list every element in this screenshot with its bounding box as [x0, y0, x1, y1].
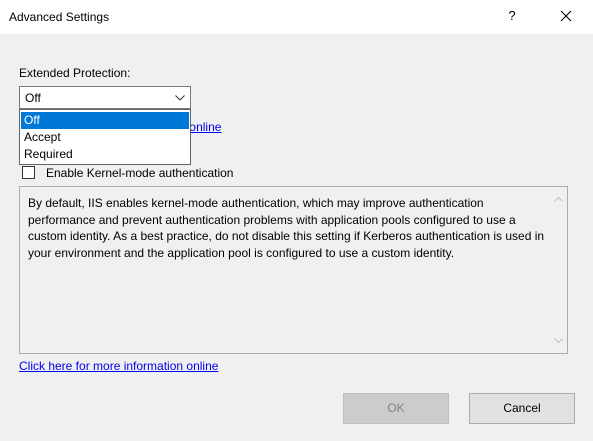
close-icon: [560, 10, 572, 22]
description-textbox[interactable]: By default, IIS enables kernel-mode auth…: [19, 186, 568, 354]
extended-protection-dropdown-list: Off Accept Required: [19, 109, 191, 165]
extended-protection-label: Extended Protection:: [19, 66, 131, 80]
help-button[interactable]: ?: [500, 2, 524, 30]
dialog-title: Advanced Settings: [9, 10, 110, 24]
option-off[interactable]: Off: [21, 112, 189, 129]
option-accept[interactable]: Accept: [21, 129, 189, 146]
ok-button[interactable]: OK: [343, 393, 449, 424]
description-text: By default, IIS enables kernel-mode auth…: [28, 196, 545, 260]
extended-protection-select[interactable]: Off: [19, 86, 191, 109]
chevron-down-icon: [175, 95, 185, 101]
kernel-mode-checkbox[interactable]: [22, 166, 35, 179]
more-info-link[interactable]: Click here for more information online: [19, 359, 218, 373]
close-button[interactable]: [550, 2, 582, 30]
select-value: Off: [25, 91, 41, 105]
scroll-down-icon[interactable]: [554, 338, 563, 343]
option-required[interactable]: Required: [21, 146, 189, 163]
scroll-up-icon[interactable]: [554, 197, 563, 202]
vertical-scrollbar[interactable]: [550, 187, 567, 353]
kernel-mode-label: Enable Kernel-mode authentication: [46, 166, 234, 180]
cancel-button[interactable]: Cancel: [469, 393, 575, 424]
title-bar: Advanced Settings ?: [0, 0, 593, 34]
